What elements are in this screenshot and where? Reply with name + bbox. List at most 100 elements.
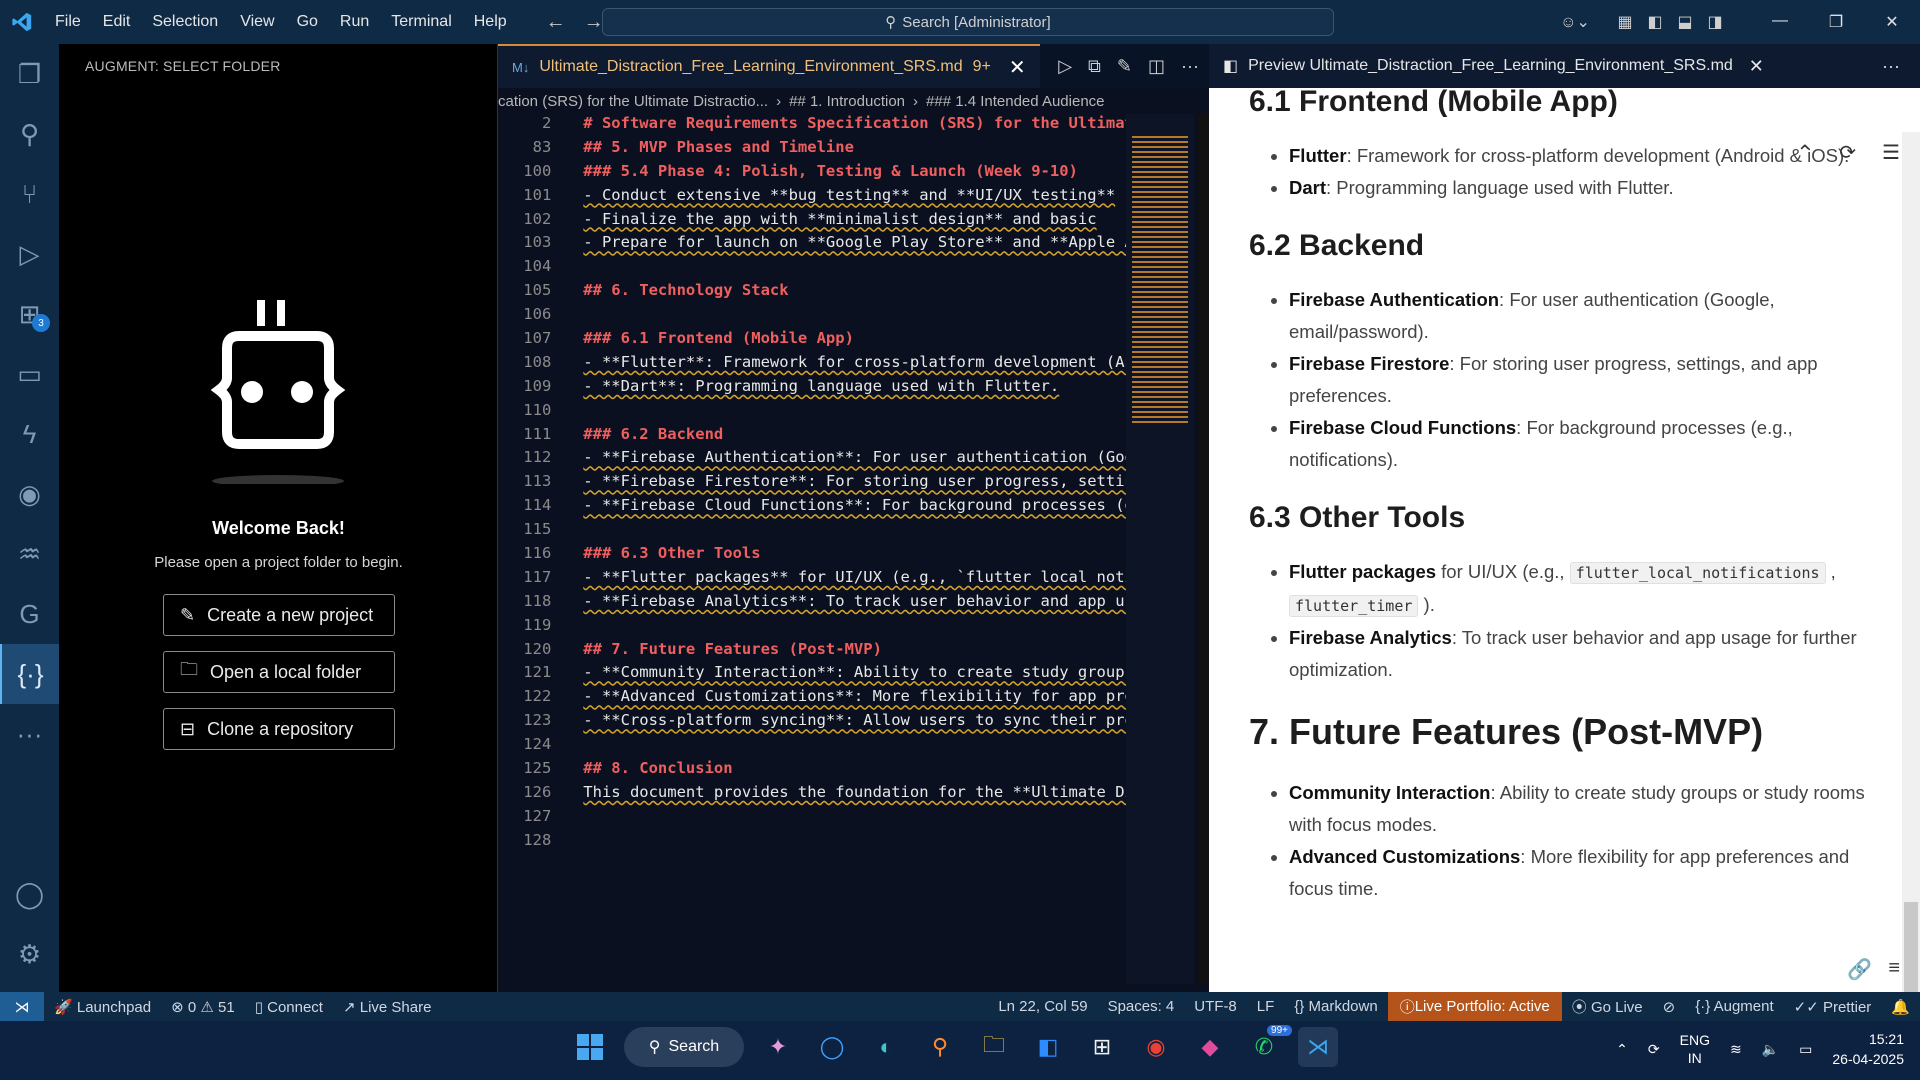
menu-file[interactable]: File [44,13,92,31]
preview-more-icon[interactable]: ··· [1882,56,1900,77]
code-line[interactable]: 111 ### 6.2 Backend [498,425,1126,449]
copilot-icon[interactable]: ☺⌄ [1560,12,1590,32]
battery-icon[interactable]: ▭ [1799,1041,1812,1058]
microsoft-store-icon[interactable]: ⊞ [1082,1027,1122,1067]
more-icon[interactable]: ··· [0,704,59,764]
chevron-up-icon[interactable]: ⌃ [1616,1041,1628,1058]
volume-icon[interactable]: 🔈 [1762,1041,1779,1058]
back-arrow-icon[interactable]: ← [546,11,566,34]
connect-status[interactable]: ▯ Connect [245,998,333,1016]
code-line[interactable]: 102 - Finalize the app with **minimalist … [498,210,1126,234]
lightning-icon[interactable]: ϟ [0,404,59,464]
forward-arrow-icon[interactable]: → [584,11,604,34]
code-line[interactable]: 120 ## 7. Future Features (Post-MVP) [498,640,1126,664]
cortana-ring-icon[interactable]: ◯ [812,1027,852,1067]
customize-layout-icon[interactable]: ▦ [1610,12,1640,32]
encoding[interactable]: UTF-8 [1184,998,1247,1015]
minimize-icon[interactable]: — [1752,12,1808,32]
store-app-icon[interactable]: ◧ [1028,1027,1068,1067]
sync-icon[interactable]: ⟳ [1648,1041,1660,1058]
search-view-icon[interactable]: ⚲ [0,104,59,164]
notifications-bell-icon[interactable]: 🔔 [1881,998,1920,1016]
prettier-status[interactable]: ✓✓ Prettier [1784,998,1882,1016]
outline-list-icon[interactable]: ☰ [1882,140,1900,165]
clone-repository-button[interactable]: ⊟ Clone a repository [163,708,395,750]
link-icon[interactable]: 🔗 [1847,957,1872,982]
editor-scrollbar[interactable] [1198,114,1209,984]
close-preview-tab-icon[interactable]: ✕ [1749,56,1764,77]
breadcrumb-item[interactable]: ### 1.4 Intended Audience [926,93,1105,110]
code-line[interactable]: 116 ### 6.3 Other Tools [498,544,1126,568]
problems-status[interactable]: ⊗ 0 ⚠ 51 [161,998,245,1016]
remote-indicator-icon[interactable]: ⋊ [0,992,44,1021]
edge-browser-icon[interactable]: ◐ [866,1027,906,1067]
more-actions-icon[interactable]: ··· [1181,56,1199,77]
code-line[interactable]: 104 [498,257,1126,281]
vscode-taskbar-icon[interactable]: ⋊ [1298,1027,1338,1067]
clock[interactable]: 15:21 26-04-2025 [1832,1029,1904,1069]
taskbar-search[interactable]: ⚲ Search [624,1027,744,1067]
preview-scrollbar[interactable] [1902,132,1920,992]
wifi-icon[interactable]: ≋ [1730,1041,1742,1058]
code-line[interactable]: 110 [498,401,1126,425]
breadcrumb-item[interactable]: ## 1. Introduction [789,93,905,110]
explorer-icon[interactable]: ❐ [0,44,59,104]
split-editor-icon[interactable]: ◫ [1148,56,1165,77]
menu-help[interactable]: Help [463,13,518,31]
whatsapp-icon[interactable]: ✆ 99+ [1244,1025,1292,1067]
code-line[interactable]: 101 - Conduct extensive **bug testing** a… [498,186,1126,210]
timeline-icon[interactable]: ◉ [0,464,59,524]
code-editor[interactable]: 2 # Software Requirements Specification (… [498,114,1126,984]
code-line[interactable]: 123 - **Cross-platform syncing**: Allow u… [498,711,1126,735]
menu-view[interactable]: View [229,13,285,31]
code-line[interactable]: 125 ## 8. Conclusion [498,759,1126,783]
code-line[interactable]: 2 # Software Requirements Specification (… [498,114,1126,138]
menu-selection[interactable]: Selection [141,13,229,31]
code-line[interactable]: 124 [498,735,1126,759]
menu-go[interactable]: Go [286,13,329,31]
code-line[interactable]: 127 [498,807,1126,831]
code-line[interactable]: 121 - **Community Interaction**: Ability … [498,663,1126,687]
remote-explorer-icon[interactable]: ▭ [0,344,59,404]
accounts-icon[interactable]: ◯ [0,864,59,924]
code-line[interactable]: 115 [498,520,1126,544]
live-share-status[interactable]: ↗ Live Share [333,998,441,1016]
code-line[interactable]: 107 ### 6.1 Frontend (Mobile App) [498,329,1126,353]
menu-run[interactable]: Run [329,13,380,31]
code-line[interactable]: 105 ## 6. Technology Stack [498,281,1126,305]
launchpad-status[interactable]: 🚀 Launchpad [44,998,161,1016]
restore-icon[interactable]: ❐ [1808,12,1864,32]
brush-icon[interactable]: ✎ [1117,56,1132,77]
code-line[interactable]: 126 This document provides the foundation… [498,783,1126,807]
create-project-button[interactable]: ✎ Create a new project [163,594,395,636]
code-line[interactable]: 106 [498,305,1126,329]
app-pink-icon[interactable]: ◆ [1190,1027,1230,1067]
minimap[interactable] [1126,114,1194,984]
run-icon[interactable]: ▷ [1058,56,1072,77]
copilot-app-icon[interactable]: ✦ [758,1027,798,1067]
chrome-icon[interactable]: ◉ [1136,1027,1176,1067]
toggle-panel-icon[interactable]: ⬓ [1670,12,1700,32]
settings-gear-icon[interactable]: ⚙ [0,924,59,984]
indentation[interactable]: Spaces: 4 [1098,998,1185,1015]
source-control-icon[interactable]: ⑂ [0,164,59,224]
close-window-icon[interactable]: ✕ [1864,12,1920,32]
extensions-icon[interactable]: ⊞ 3 [0,284,59,344]
tab-preview[interactable]: ◧ Preview Ultimate_Distraction_Free_Lear… [1209,44,1778,88]
open-folder-button[interactable]: 🗀 Open a local folder [163,651,395,693]
start-windows-icon[interactable] [570,1027,610,1067]
file-explorer-icon[interactable]: 🗀 [974,1027,1014,1067]
scroll-thumb[interactable] [1904,902,1918,992]
breadcrumb-item[interactable]: cation (SRS) for the Ultimate Distractio… [498,93,768,110]
code-line[interactable]: 100 ### 5.4 Phase 4: Polish, Testing & La… [498,162,1126,186]
menu-terminal[interactable]: Terminal [380,13,462,31]
toggle-secondary-sidebar-icon[interactable]: ◨ [1700,12,1730,32]
search-app-icon[interactable]: ⚲ [920,1027,960,1067]
menu-edit[interactable]: Edit [92,13,142,31]
code-line[interactable]: 109 - **Dart**: Programming language used… [498,377,1126,401]
menu-lines-icon[interactable]: ≡ [1888,957,1900,982]
tab-srs-markdown[interactable]: M↓ Ultimate_Distraction_Free_Learning_En… [498,44,1040,88]
code-line[interactable]: 108 - **Flutter**: Framework for cross-pl… [498,353,1126,377]
end-of-line[interactable]: LF [1247,998,1285,1015]
copilot-status-icon[interactable]: ⊘ [1653,998,1686,1016]
